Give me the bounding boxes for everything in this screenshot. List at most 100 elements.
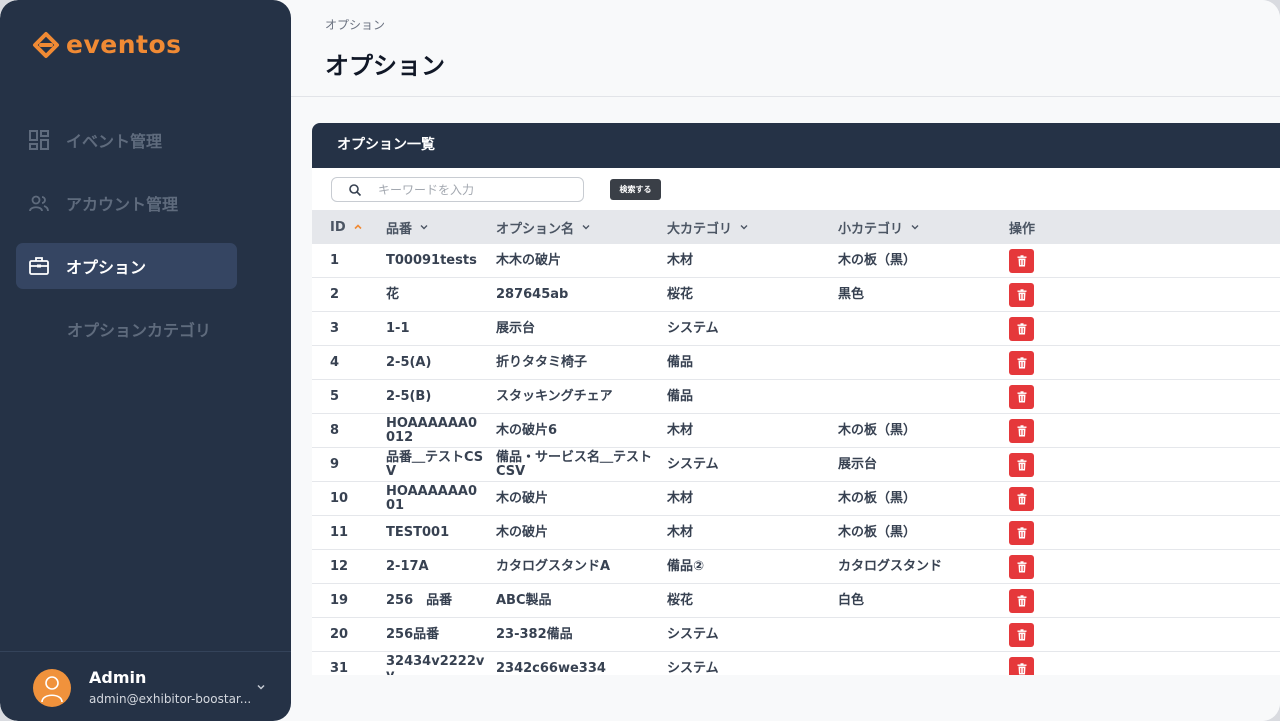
trash-icon	[1017, 493, 1026, 505]
cell-code: 品番＿テストCSV	[386, 449, 484, 479]
cell-code: HOAAAAAA001	[386, 483, 477, 513]
cell-option-name: カタログスタンドA	[496, 558, 611, 574]
delete-button[interactable]	[1009, 317, 1034, 341]
cell-category: 備品②	[667, 558, 705, 574]
search-input[interactable]	[378, 179, 578, 200]
delete-button[interactable]	[1009, 521, 1034, 545]
chevron-down-icon	[740, 225, 748, 230]
page-title: オプション	[325, 52, 445, 80]
chevron-down-icon	[911, 225, 919, 230]
column-header-actions: 操作	[1009, 210, 1035, 244]
sidebar-item-option-category[interactable]: オプションカテゴリ	[16, 306, 237, 352]
dashboard-grid-icon	[29, 130, 49, 150]
cell-id: 2	[330, 286, 340, 302]
search-button[interactable]: 検索する	[610, 179, 661, 200]
cell-code: 256 品番	[386, 592, 453, 608]
sidebar-item-account-management[interactable]: アカウント管理	[16, 180, 237, 226]
table-row: 1 T00091tests 木木の破片 木材 木の板（黒）	[312, 244, 1280, 278]
user-email: admin@exhibitor-boostar...	[89, 692, 252, 706]
column-header-id[interactable]: ID	[330, 210, 363, 244]
delete-button[interactable]	[1009, 453, 1034, 477]
cell-subcategory: 木の板（黒）	[838, 252, 917, 268]
search-icon	[349, 184, 362, 197]
cell-subcategory: 白色	[838, 592, 865, 608]
cell-option-name: 木木の破片	[496, 252, 562, 268]
table-row: 3 1-1 展示台 システム	[312, 312, 1280, 346]
delete-button[interactable]	[1009, 487, 1034, 511]
table-row: 8 HOAAAAAA0012 木の破片6 木材 木の板（黒）	[312, 414, 1280, 448]
cell-category: 桜花	[667, 592, 694, 608]
trash-icon	[1017, 357, 1026, 369]
card-title: オプション一覧	[312, 123, 1280, 168]
cell-id: 19	[330, 592, 349, 608]
cell-category: システム	[667, 456, 719, 472]
sort-asc-icon	[354, 224, 362, 230]
trash-icon	[1017, 629, 1026, 641]
cell-code: TEST001	[386, 524, 450, 540]
sidebar-item-label: オプション	[66, 258, 147, 277]
column-header-label: 品番	[386, 221, 413, 237]
sidebar-item-option[interactable]: オプション	[16, 243, 237, 289]
cell-code: 花	[386, 286, 400, 302]
delete-button[interactable]	[1009, 249, 1034, 273]
sidebar-item-label: イベント管理	[66, 132, 163, 151]
cell-option-name: 木の破片	[496, 524, 549, 540]
column-header-label: 大カテゴリ	[667, 221, 733, 237]
user-avatar-icon	[41, 676, 63, 703]
cell-subcategory: 展示台	[838, 456, 878, 472]
cell-category: 木材	[667, 524, 694, 540]
delete-button[interactable]	[1009, 555, 1034, 579]
delete-button[interactable]	[1009, 283, 1034, 307]
table-row: 10 HOAAAAAA001 木の破片 木材 木の板（黒）	[312, 482, 1280, 516]
column-header-label: 小カテゴリ	[838, 221, 904, 237]
cell-id: 11	[330, 524, 349, 540]
cell-option-name: 木の破片6	[496, 422, 558, 438]
table-row: 2 花 287645ab 桜花 黒色	[312, 278, 1280, 312]
delete-button[interactable]	[1009, 419, 1034, 443]
column-header-option-name[interactable]: オプション名	[496, 210, 591, 244]
eventos-logo-icon	[33, 31, 59, 58]
column-header-subcategory[interactable]: 小カテゴリ	[838, 210, 920, 244]
cell-category: 備品	[667, 388, 694, 404]
sidebar-item-label: アカウント管理	[66, 195, 179, 214]
cell-id: 20	[330, 626, 349, 642]
breadcrumb[interactable]: オプション	[325, 16, 385, 33]
sidebar-item-event-management[interactable]: イベント管理	[16, 117, 237, 163]
column-header-category[interactable]: 大カテゴリ	[667, 210, 749, 244]
chevron-down-icon[interactable]	[255, 681, 267, 693]
delete-button[interactable]	[1009, 657, 1034, 675]
cell-category: システム	[667, 626, 719, 642]
cell-code: 2-17A	[386, 558, 429, 574]
delete-button[interactable]	[1009, 589, 1034, 613]
table-row: 5 2-5(B) スタッキングチェア 備品	[312, 380, 1280, 414]
cell-code: 2-5(B)	[386, 388, 432, 404]
cell-option-name: 2342c66we334	[496, 660, 606, 675]
table-body: 1 T00091tests 木木の破片 木材 木の板（黒） 2 花 287645ab 桜花 黒色 3…	[312, 244, 1280, 675]
cell-code: 2-5(A)	[386, 354, 432, 370]
table-row: 19 256 品番 ABC製品 桜花 白色	[312, 584, 1280, 618]
trash-icon	[1017, 595, 1026, 607]
trash-icon	[1017, 663, 1026, 675]
chevron-down-icon	[582, 225, 590, 230]
trash-icon	[1017, 561, 1026, 573]
delete-button[interactable]	[1009, 623, 1034, 647]
column-header-code[interactable]: 品番	[386, 210, 429, 244]
options-table: ID 品番 オプション名 大カテゴリ 小カテゴリ 操作 1 T00091test…	[312, 210, 1280, 675]
sidebar: eventos イベント管理 アカウント管理 オプション オプションカテゴリ A…	[0, 0, 291, 721]
cell-option-name: 備品・サービス名＿テストCSV	[496, 449, 653, 479]
delete-button[interactable]	[1009, 385, 1034, 409]
cell-id: 3	[330, 320, 340, 336]
column-header-label: 操作	[1009, 221, 1036, 237]
cell-id: 10	[330, 490, 349, 506]
brand-logo[interactable]: eventos	[32, 30, 182, 59]
cell-category: 木材	[667, 422, 694, 438]
cell-id: 5	[330, 388, 340, 404]
cell-category: 木材	[667, 490, 694, 506]
page-footer-area	[291, 675, 1280, 721]
cell-id: 1	[330, 252, 340, 268]
cell-subcategory: 黒色	[838, 286, 865, 302]
table-row: 31 32434v2222vv 2342c66we334 システム	[312, 652, 1280, 675]
cell-code: HOAAAAAA0012	[386, 415, 477, 445]
delete-button[interactable]	[1009, 351, 1034, 375]
user-menu[interactable]: Admin admin@exhibitor-boostar...	[0, 651, 291, 721]
